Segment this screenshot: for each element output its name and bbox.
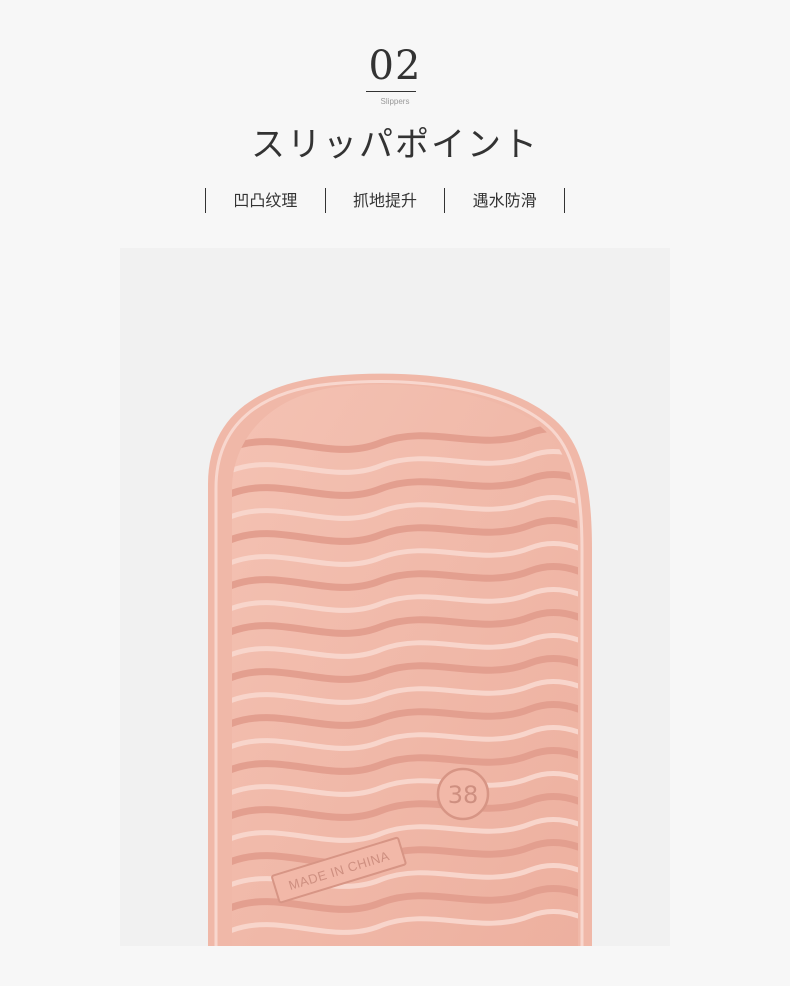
section-number: 02: [368, 43, 422, 89]
feature-item-anti-slip: 遇水防滑: [472, 191, 537, 210]
product-image-panel: 38 MADE IN CHINA: [120, 248, 670, 946]
section-title: スリッパポイント: [251, 125, 539, 165]
slipper-sole-illustration: 38 MADE IN CHINA: [208, 373, 592, 946]
section-subtitle: Slippers: [380, 97, 410, 106]
feature-item-grip: 抓地提升: [353, 191, 418, 210]
section-number-underline: [366, 91, 416, 92]
size-mark-label: 38: [448, 781, 479, 809]
feature-list: 凹凸纹理 抓地提升 遇水防滑: [205, 188, 566, 213]
feature-separator: [564, 188, 566, 213]
size-mark-badge: 38: [436, 767, 490, 821]
feature-item-texture: 凹凸纹理: [233, 191, 298, 210]
bottom-divider: [0, 986, 790, 996]
